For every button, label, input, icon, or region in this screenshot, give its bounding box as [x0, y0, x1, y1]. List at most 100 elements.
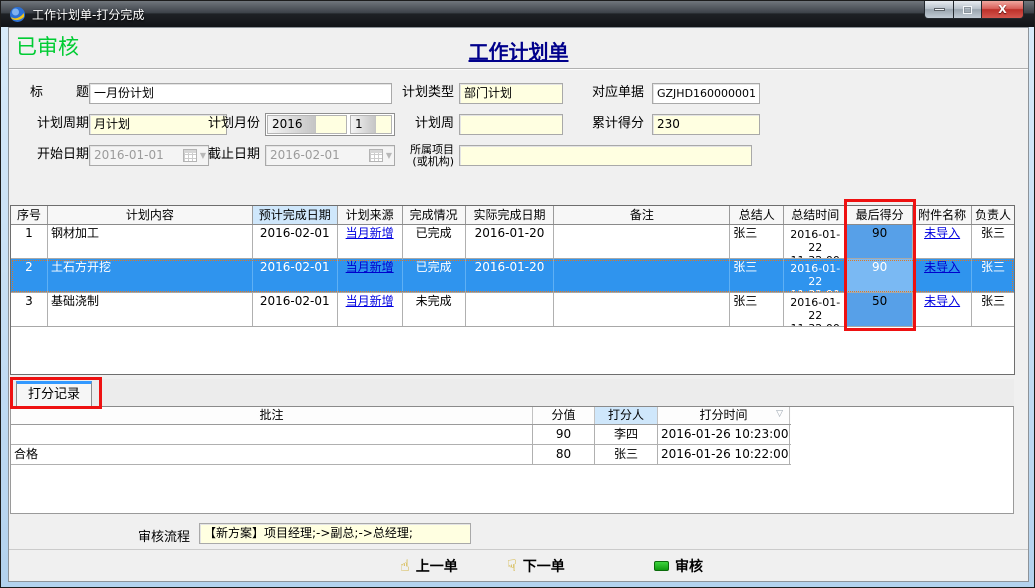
score-value: 80 [533, 445, 595, 464]
restore-button[interactable] [954, 1, 982, 19]
col-header-score-value[interactable]: 分值 [533, 407, 595, 424]
tab-score-records[interactable]: 打分记录 [16, 381, 92, 407]
row-note [554, 225, 730, 258]
score-tab-bar [10, 379, 1014, 406]
project-field[interactable] [459, 145, 752, 166]
plan-year-spinner[interactable]: 2016 [267, 115, 347, 134]
col-header-actual-date[interactable]: 实际完成日期 [466, 206, 555, 224]
next-record-button[interactable]: ☟ 下一单 [507, 556, 565, 576]
plan-type-field[interactable]: 部门计划 [459, 83, 563, 104]
row-actual-date [466, 293, 555, 326]
attachment-link[interactable]: 未导入 [924, 226, 960, 240]
start-date-field[interactable]: 2016-01-01 ▼ [89, 145, 209, 166]
plan-month-label: 计划月份 [206, 114, 260, 134]
minimize-button[interactable] [924, 1, 954, 19]
score-time: 2016-01-26 10:22:00 [658, 445, 790, 464]
col-header-attachment[interactable]: 附件名称 [913, 206, 972, 224]
row-due-date: 2016-02-01 [253, 259, 338, 292]
col-header-status[interactable]: 完成情况 [403, 206, 466, 224]
score-table-header: 批注 分值 打分人 打分时间 ▽ [11, 407, 791, 425]
title-label: 标题 [30, 83, 89, 103]
col-header-summary-time[interactable]: 总结时间 [784, 206, 847, 224]
score-comment [11, 425, 533, 444]
restore-icon [963, 6, 972, 14]
score-scorer: 张三 [595, 445, 658, 464]
col-header-comment[interactable]: 批注 [11, 407, 533, 424]
score-time: 2016-01-26 10:23:00 [658, 425, 790, 444]
app-window: 工作计划单-打分完成 X 已审核 工作计划单 标题 一月份计划 计划类型 部门计… [0, 0, 1035, 588]
row-owner: 张三 [972, 259, 1014, 292]
plan-cycle-label: 计划周期 [30, 114, 89, 134]
total-score-label: 累计得分 [590, 114, 644, 134]
row-due-date: 2016-02-01 [253, 225, 338, 258]
source-link[interactable]: 当月新增 [346, 294, 394, 308]
header-divider [9, 68, 1028, 70]
audit-button[interactable]: 审核 [654, 556, 703, 576]
row-due-date: 2016-02-01 [253, 293, 338, 326]
source-link[interactable]: 当月新增 [346, 260, 394, 274]
col-header-content[interactable]: 计划内容 [48, 206, 253, 224]
row-actual-date: 2016-01-20 [466, 259, 555, 292]
close-button[interactable]: X [982, 1, 1024, 19]
table-row[interactable]: 3 基础浇制 2016-02-01 当月新增 未完成 张三 2016-01-22… [11, 293, 1014, 327]
score-comment: 合格 [11, 445, 533, 464]
source-link[interactable]: 当月新增 [346, 226, 394, 240]
window-controls: X [924, 1, 1024, 19]
sort-descending-icon: ▽ [776, 410, 783, 419]
plan-table: 序号 计划内容 预计完成日期 计划来源 完成情况 实际完成日期 备注 总结人 总… [10, 205, 1015, 375]
total-score-field[interactable]: 230 [652, 114, 760, 135]
title-bar[interactable]: 工作计划单-打分完成 X [1, 1, 1035, 27]
calendar-icon [183, 149, 197, 162]
score-row[interactable]: 90 李四 2016-01-26 10:23:00 [11, 425, 791, 445]
page-title: 工作计划单 [9, 36, 1028, 65]
table-row-selected[interactable]: 2 土石方开挖 2016-02-01 当月新增 已完成 2016-01-20 张… [11, 259, 1014, 293]
doc-no-field[interactable]: GZJHD160000001 [652, 83, 760, 104]
col-header-source[interactable]: 计划来源 [338, 206, 403, 224]
row-content: 钢材加工 [48, 225, 253, 258]
score-table: 批注 分值 打分人 打分时间 ▽ 90 李四 2016-01-26 10:23:… [11, 407, 791, 465]
row-no: 1 [11, 225, 48, 258]
row-note [554, 293, 730, 326]
plan-week-label: 计划周 [400, 114, 454, 134]
col-header-due-date[interactable]: 预计完成日期 [253, 206, 338, 224]
score-row[interactable]: 合格 80 张三 2016-01-26 10:22:00 [11, 445, 791, 465]
project-label: 所属项目(或机构) [400, 144, 454, 168]
end-date-field[interactable]: 2016-02-01 ▼ [265, 145, 395, 166]
plan-table-header: 序号 计划内容 预计完成日期 计划来源 完成情况 实际完成日期 备注 总结人 总… [11, 206, 1014, 225]
footer-divider [9, 549, 1029, 550]
col-header-score-time[interactable]: 打分时间 ▽ [658, 407, 790, 424]
form-content: 已审核 工作计划单 标题 一月份计划 计划类型 部门计划 对应单据 GZJHD1… [8, 27, 1029, 582]
hand-down-icon: ☟ [507, 558, 517, 574]
row-status: 已完成 [403, 259, 466, 292]
col-header-scorer[interactable]: 打分人 [595, 407, 658, 424]
row-status: 未完成 [403, 293, 466, 326]
row-summarizer: 张三 [730, 293, 784, 326]
plan-month-spinner[interactable]: 1 [350, 115, 392, 134]
plan-type-label: 计划类型 [400, 83, 454, 103]
plan-week-field[interactable] [459, 114, 563, 135]
end-date-label: 截止日期 [206, 145, 260, 165]
previous-record-button[interactable]: ☝ 上一单 [400, 556, 458, 576]
row-owner: 张三 [972, 293, 1014, 326]
row-summarizer: 张三 [730, 225, 784, 258]
col-header-summarizer[interactable]: 总结人 [730, 206, 784, 224]
row-no: 3 [11, 293, 48, 326]
row-no: 2 [11, 259, 48, 292]
col-header-final-score[interactable]: 最后得分 [847, 206, 913, 224]
row-summary-time: 2016-01-22 11:32:00 [784, 225, 847, 258]
row-content: 土石方开挖 [48, 259, 253, 292]
col-header-owner[interactable]: 负责人 [972, 206, 1014, 224]
row-summarizer: 张三 [730, 259, 784, 292]
row-note [554, 259, 730, 292]
audit-green-icon [654, 561, 669, 571]
col-header-no[interactable]: 序号 [11, 206, 48, 224]
attachment-link[interactable]: 未导入 [924, 294, 960, 308]
attachment-link[interactable]: 未导入 [924, 260, 960, 274]
row-actual-date: 2016-01-20 [466, 225, 555, 258]
title-field[interactable]: 一月份计划 [89, 83, 392, 104]
table-row[interactable]: 1 钢材加工 2016-02-01 当月新增 已完成 2016-01-20 张三… [11, 225, 1014, 259]
hand-up-icon: ☝ [400, 558, 410, 574]
chevron-down-icon: ▼ [386, 146, 392, 165]
col-header-note[interactable]: 备注 [554, 206, 730, 224]
review-flow-field[interactable]: 【新方案】项目经理;->副总;->总经理; [199, 523, 471, 544]
